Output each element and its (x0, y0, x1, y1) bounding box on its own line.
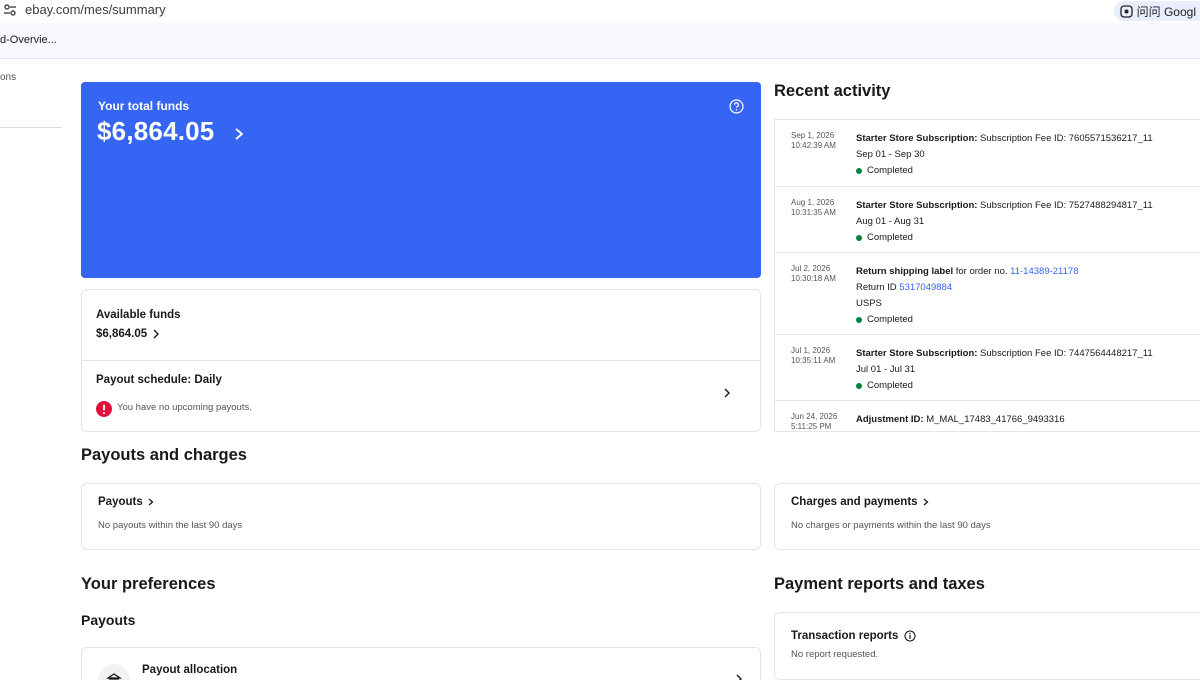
activity-details: Starter Store Subscription: Subscription… (856, 198, 1153, 246)
preferences-payouts-subtitle: Payouts (81, 612, 136, 628)
payouts-charges-title: Payouts and charges (81, 446, 247, 464)
chevron-right-icon (148, 498, 154, 506)
status-dot-icon (856, 168, 862, 174)
payouts-link[interactable]: Payouts (98, 496, 155, 508)
total-funds-amount[interactable]: $6,864.05 (97, 116, 214, 147)
chevron-right-icon[interactable] (722, 386, 732, 400)
status-dot-icon (856, 235, 862, 241)
help-icon[interactable] (729, 99, 744, 114)
status-badge: Completed (856, 230, 1153, 246)
recent-activity-list[interactable]: Sep 1, 2026 10:42:39 AM Starter Store Su… (774, 119, 1200, 432)
activity-date: Jun 24, 2026 5:11:25 PM (791, 412, 838, 431)
payout-allocation-label: Payout allocation (142, 664, 238, 676)
payout-allocation-card[interactable]: Payout allocation (81, 647, 761, 680)
chevron-right-icon (923, 498, 929, 506)
error-icon (96, 401, 112, 417)
payment-reports-title: Payment reports and taxes (774, 575, 985, 593)
available-funds-link[interactable]: $6,864.05 (96, 328, 161, 340)
return-id-link[interactable]: 5317049884 (899, 282, 952, 293)
status-badge: Completed (856, 312, 1078, 328)
charges-link[interactable]: Charges and payments (791, 496, 930, 508)
status-badge: Completed (856, 163, 1153, 179)
side-nav-divider (0, 127, 62, 128)
no-upcoming-payouts-text: You have no upcoming payouts. (117, 402, 252, 413)
order-link[interactable]: 11-14389-21178 (1010, 266, 1078, 277)
chevron-right-icon[interactable] (734, 672, 744, 680)
divider (82, 360, 760, 361)
ask-google-label: 问问 Googl (1136, 4, 1196, 19)
chevron-right-icon (153, 329, 160, 339)
activity-item[interactable]: Aug 1, 2026 10:31:35 AM Starter Store Su… (775, 187, 1200, 253)
bank-icon (98, 664, 130, 680)
activity-item[interactable]: Sep 1, 2026 10:42:39 AM Starter Store Su… (775, 120, 1200, 187)
charges-empty-text: No charges or payments within the last 9… (791, 520, 991, 531)
activity-item[interactable]: Jun 24, 2026 5:11:25 PM Adjustment ID: M… (775, 401, 1200, 431)
preferences-title: Your preferences (81, 575, 216, 593)
bookmark-item[interactable]: d-Overvie... (0, 34, 57, 46)
lens-icon (1119, 4, 1133, 18)
status-dot-icon (856, 317, 862, 323)
payouts-empty-text: No payouts within the last 90 days (98, 520, 243, 531)
status-dot-icon (856, 383, 862, 389)
payout-schedule-label[interactable]: Payout schedule: Daily (96, 374, 222, 386)
site-settings-icon[interactable] (3, 3, 17, 17)
activity-item[interactable]: Jul 2, 2026 10:30:18 AM Return shipping … (775, 253, 1200, 335)
activity-details: Adjustment ID: M_MAL_17483_41766_9493316 (856, 414, 1065, 425)
transaction-reports-header: Transaction reports (791, 630, 916, 642)
activity-date: Jul 1, 2026 10:35:11 AM (791, 346, 836, 365)
chevron-right-icon[interactable] (232, 126, 246, 142)
charges-card[interactable]: Charges and payments No charges or payme… (774, 483, 1200, 550)
activity-details: Starter Store Subscription: Subscription… (856, 131, 1153, 179)
activity-date: Jul 2, 2026 10:30:18 AM (791, 264, 836, 283)
transaction-reports-status: No report requested. (791, 649, 879, 660)
url-text[interactable]: ebay.com/mes/summary (25, 2, 166, 17)
payouts-card[interactable]: Payouts No payouts within the last 90 da… (81, 483, 761, 550)
activity-date: Sep 1, 2026 10:42:39 AM (791, 131, 836, 150)
recent-activity-title: Recent activity (774, 82, 891, 100)
funds-details-card: Available funds $6,864.05 Payout schedul… (81, 289, 761, 432)
activity-details: Return shipping label for order no. 11-1… (856, 264, 1078, 328)
activity-details: Starter Store Subscription: Subscription… (856, 346, 1153, 394)
ask-google-button[interactable]: 问问 Googl (1113, 1, 1200, 21)
activity-item[interactable]: Jul 1, 2026 10:35:11 AM Starter Store Su… (775, 335, 1200, 401)
bookmark-bar: d-Overvie... (0, 23, 1200, 59)
address-bar[interactable]: ebay.com/mes/summary 问问 Googl (0, 0, 1200, 23)
available-funds-label: Available funds (96, 309, 181, 321)
status-badge: Completed (856, 378, 1153, 394)
transaction-reports-card[interactable]: Transaction reports No report requested. (774, 612, 1200, 680)
side-nav-item[interactable]: ons (0, 72, 16, 83)
activity-date: Aug 1, 2026 10:31:35 AM (791, 198, 836, 217)
total-funds-label: Your total funds (98, 99, 190, 113)
info-icon[interactable] (904, 630, 916, 642)
total-funds-card: Your total funds $6,864.05 (81, 82, 761, 278)
available-funds-value: $6,864.05 (96, 328, 148, 340)
